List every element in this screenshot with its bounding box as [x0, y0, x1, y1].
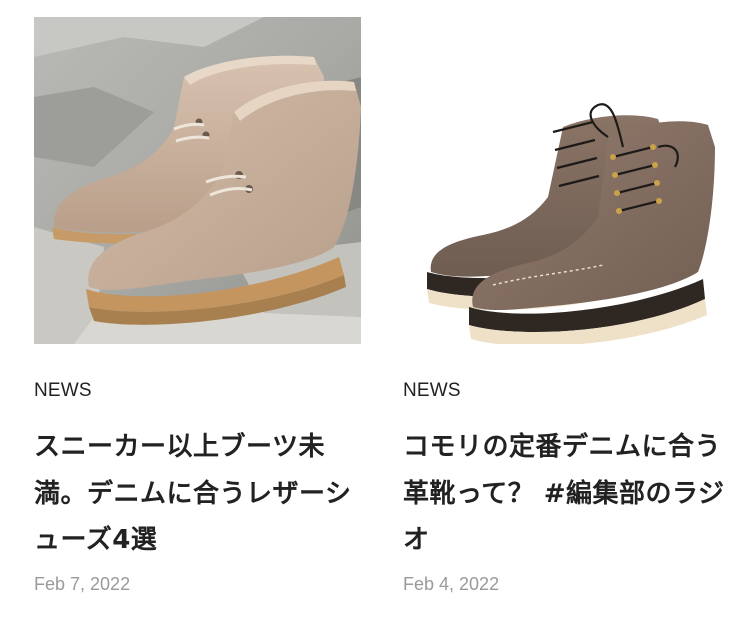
- article-date: Feb 4, 2022: [403, 574, 500, 594]
- desert-boots-photo: [34, 17, 361, 344]
- article-thumbnail[interactable]: [34, 17, 361, 344]
- article-card[interactable]: NEWS コモリの定番デニムに合う革靴って？ #編集部のラジオ Feb 4, 2…: [403, 17, 731, 594]
- article-category[interactable]: NEWS: [403, 380, 461, 402]
- article-thumbnail[interactable]: [403, 17, 730, 344]
- article-date: Feb 7, 2022: [34, 574, 131, 594]
- article-card[interactable]: NEWS スニーカー以上ブーツ未満。デニムに合うレザーシューズ4選 Feb 7,…: [34, 17, 362, 594]
- article-title[interactable]: スニーカー以上ブーツ未満。デニムに合うレザーシューズ4選: [34, 424, 364, 564]
- article-category[interactable]: NEWS: [34, 380, 92, 402]
- article-title[interactable]: コモリの定番デニムに合う革靴って？ #編集部のラジオ: [403, 424, 733, 564]
- work-boots-photo: [403, 17, 730, 344]
